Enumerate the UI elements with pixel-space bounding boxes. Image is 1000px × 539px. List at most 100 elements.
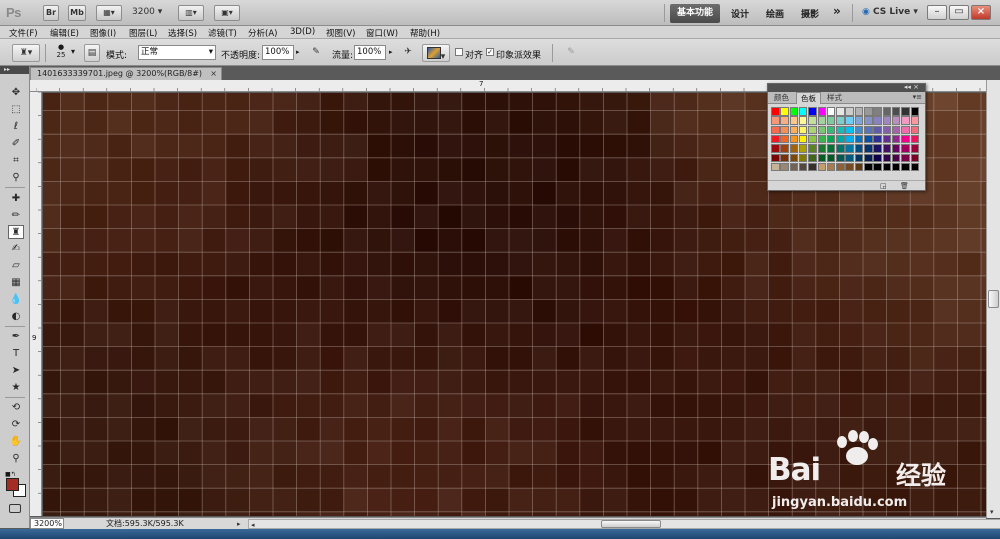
menu-window[interactable]: 窗口(W) [366,27,398,39]
color-swatch[interactable] [798,153,808,163]
color-swatch[interactable] [910,116,920,125]
eyedropper-tool-icon[interactable]: ⚲ [8,171,24,185]
color-swatch[interactable] [901,116,910,125]
crop-tool-icon[interactable]: ⌗ [8,154,24,168]
color-swatch[interactable] [901,107,910,116]
color-swatch[interactable] [864,125,873,135]
blend-mode-select[interactable]: 正常 ▾ [138,45,216,60]
color-swatch[interactable] [882,153,892,163]
color-swatch[interactable] [882,107,892,116]
color-swatch[interactable] [817,162,827,172]
color-swatch[interactable] [845,144,854,153]
path-select-tool-icon[interactable]: ➤ [8,364,24,378]
color-swatch[interactable] [910,107,920,116]
eraser-tool-icon[interactable]: ▱ [8,259,24,273]
color-swatch[interactable] [780,144,789,153]
color-swatch[interactable] [826,144,836,153]
color-swatch[interactable] [854,162,864,172]
pressure-size-icon[interactable]: ✎ [563,44,579,62]
color-swatch[interactable] [798,134,808,144]
color-swatch[interactable] [817,107,827,116]
screen-mode-button[interactable]: ▣▾ [214,5,240,21]
color-swatch[interactable] [789,144,799,153]
color-swatch[interactable] [817,134,827,144]
color-swatch[interactable] [882,125,892,135]
arrange-documents-button[interactable]: ▥▾ [178,5,204,21]
vertical-scroll-thumb[interactable] [988,290,999,308]
trash-icon[interactable]: 🗑 [900,182,909,190]
type-tool-icon[interactable]: T [8,347,24,361]
impressionist-checkbox[interactable]: ✓ [486,48,494,56]
mini-bridge-button[interactable]: Mb [68,5,86,21]
color-swatch[interactable] [910,144,920,153]
color-swatch[interactable] [836,125,845,135]
move-tool-icon[interactable]: ✥ [8,86,24,100]
color-swatch[interactable] [901,162,910,172]
color-swatch[interactable] [873,153,882,163]
opacity-input[interactable]: 100% [262,45,294,60]
color-swatch[interactable] [854,116,864,125]
more-workspaces-button[interactable]: » [833,4,841,18]
color-swatch[interactable] [845,134,854,144]
color-swatch[interactable] [901,153,910,163]
opacity-slider-toggle[interactable]: ▸ [296,48,300,56]
color-swatch[interactable] [891,144,901,153]
color-swatch[interactable] [845,107,854,116]
hand-tool-icon[interactable]: ✋ [8,435,24,449]
color-swatch[interactable] [854,107,864,116]
color-swatch[interactable] [780,125,789,135]
color-swatch[interactable] [864,107,873,116]
brush-tool-icon[interactable]: ✏ [8,209,24,223]
color-swatch[interactable] [780,107,789,116]
color-swatch[interactable] [826,134,836,144]
color-swatch[interactable] [798,144,808,153]
color-swatch[interactable] [873,134,882,144]
quick-select-tool-icon[interactable]: ✐ [8,137,24,151]
color-swatch[interactable] [910,153,920,163]
color-swatch[interactable] [854,153,864,163]
menu-analysis[interactable]: 分析(A) [248,27,277,39]
color-swatch[interactable] [873,144,882,153]
color-swatch[interactable] [817,125,827,135]
color-swatch[interactable] [836,162,845,172]
brush-panel-toggle[interactable]: ▤ [84,44,100,62]
menu-layer[interactable]: 图层(L) [129,27,157,39]
dodge-tool-icon[interactable]: ◐ [8,310,24,324]
color-swatch[interactable] [864,144,873,153]
color-swatch[interactable] [910,134,920,144]
color-swatch[interactable] [901,134,910,144]
color-swatch[interactable] [826,116,836,125]
3d-rotate-tool-icon[interactable]: ⟲ [8,401,24,415]
color-swatch[interactable] [845,125,854,135]
color-swatch[interactable] [771,125,780,135]
color-swatch[interactable] [873,116,882,125]
color-swatch[interactable] [789,153,799,163]
lasso-tool-icon[interactable]: ℓ [8,120,24,134]
color-swatch[interactable] [771,162,780,172]
color-swatch[interactable] [873,162,882,172]
aligned-checkbox[interactable] [455,48,463,56]
close-icon[interactable]: × [210,68,217,80]
close-button[interactable]: × [971,5,991,20]
color-swatch[interactable] [836,144,845,153]
color-swatch[interactable] [826,125,836,135]
brush-size-picker[interactable]: ● 25 [53,43,69,63]
scroll-down-arrow[interactable]: ▾ [990,508,994,516]
color-swatch[interactable] [771,116,780,125]
color-swatch[interactable] [780,134,789,144]
color-swatch[interactable] [854,134,864,144]
color-swatch[interactable] [882,162,892,172]
vertical-scrollbar[interactable]: ▾ [986,80,1000,518]
menu-image[interactable]: 图像(I) [90,27,116,39]
menu-file[interactable]: 文件(F) [9,27,38,39]
color-swatch[interactable] [845,153,854,163]
color-swatch[interactable] [864,153,873,163]
color-swatch[interactable] [891,107,901,116]
color-swatch[interactable] [780,116,789,125]
extras-dropdown-button[interactable]: ▦▾ [96,5,122,21]
menu-3d[interactable]: 3D(D) [290,27,315,37]
shape-tool-icon[interactable]: ★ [8,381,24,395]
color-swatch[interactable] [808,153,817,163]
menu-edit[interactable]: 编辑(E) [50,27,79,39]
clone-stamp-tool-icon[interactable]: ♜ [8,225,24,239]
